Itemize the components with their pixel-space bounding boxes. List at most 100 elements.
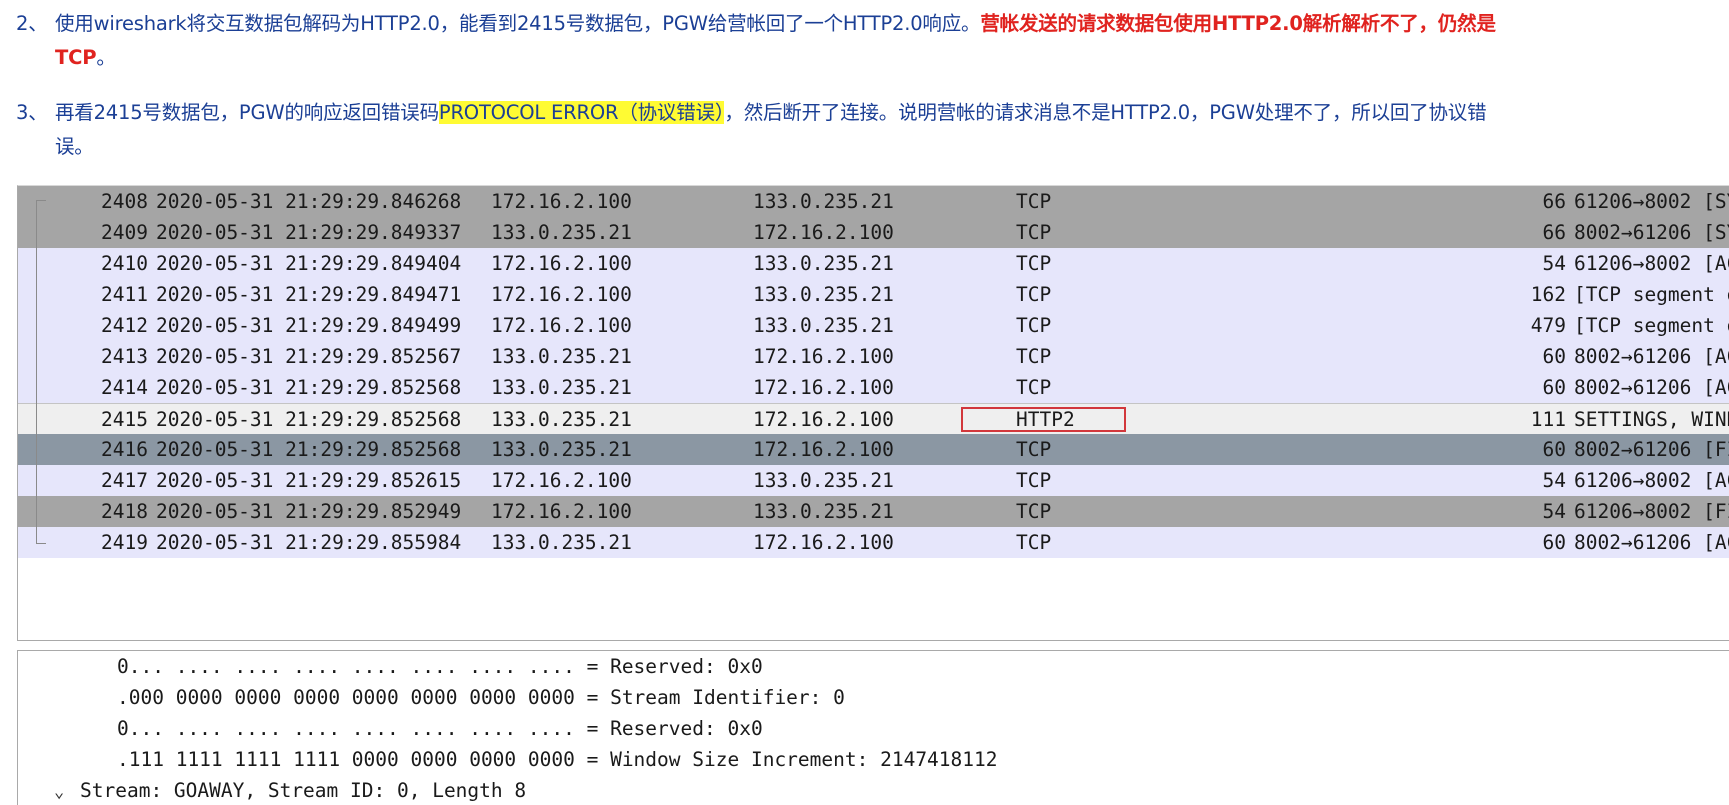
packet-number: 2411 bbox=[101, 283, 148, 306]
detail-stream-goaway[interactable]: ⌄ Stream: GOAWAY, Stream ID: 0, Length 8 bbox=[54, 775, 526, 805]
detail-stream-identifier[interactable]: .000 0000 0000 0000 0000 0000 0000 0000 … bbox=[117, 682, 845, 713]
packet-destination: 133.0.235.21 bbox=[753, 500, 894, 523]
detail-reserved-2[interactable]: 0... .... .... .... .... .... .... .... … bbox=[117, 713, 763, 744]
packet-destination: 133.0.235.21 bbox=[753, 252, 894, 275]
packet-info: [TCP segment o bbox=[1574, 283, 1729, 306]
http2-protocol-highlight-box bbox=[961, 407, 1126, 432]
packet-destination: 172.16.2.100 bbox=[753, 376, 894, 399]
detail-stream-goaway-label: Stream: GOAWAY, Stream ID: 0, Length 8 bbox=[80, 779, 527, 802]
step-2-period: 。 bbox=[96, 46, 116, 69]
packet-time: 2020-05-31 21:29:29.852568 bbox=[156, 408, 462, 431]
packet-protocol: TCP bbox=[1016, 221, 1052, 244]
packet-number: 2413 bbox=[101, 345, 148, 368]
packet-source: 133.0.235.21 bbox=[491, 408, 632, 431]
packet-length: 60 bbox=[1542, 531, 1566, 554]
packet-protocol: TCP bbox=[1016, 252, 1052, 275]
conversation-bracket-start bbox=[36, 200, 46, 201]
packet-info: SETTINGS, WIND bbox=[1574, 408, 1729, 431]
packet-info: 8002→61206 [AC bbox=[1574, 376, 1729, 399]
packet-destination: 172.16.2.100 bbox=[753, 221, 894, 244]
protocol-error-highlight: PROTOCOL ERROR（协议错误） bbox=[438, 101, 725, 124]
packet-number: 2415 bbox=[101, 408, 148, 431]
packet-source: 172.16.2.100 bbox=[491, 283, 632, 306]
packet-time: 2020-05-31 21:29:29.849499 bbox=[156, 314, 462, 337]
packet-list-pane[interactable]: 2408 2020-05-31 21:29:29.846268 172.16.2.1… bbox=[17, 185, 1729, 641]
detail-reserved-1[interactable]: 0... .... .... .... .... .... .... .... … bbox=[117, 651, 763, 682]
packet-source: 133.0.235.21 bbox=[491, 531, 632, 554]
packet-length: 66 bbox=[1542, 221, 1566, 244]
packet-length: 54 bbox=[1542, 252, 1566, 275]
packet-length: 60 bbox=[1542, 345, 1566, 368]
step-2-number: 2、 bbox=[16, 12, 48, 35]
packet-length: 479 bbox=[1530, 314, 1566, 337]
packet-row[interactable]: 2412 2020-05-31 21:29:29.849499 172.16.2.1… bbox=[18, 310, 1729, 341]
packet-row[interactable]: 2418 2020-05-31 21:29:29.852949 172.16.2.1… bbox=[18, 496, 1729, 527]
packet-length: 60 bbox=[1542, 376, 1566, 399]
packet-source: 133.0.235.21 bbox=[491, 376, 632, 399]
packet-time: 2020-05-31 21:29:29.849471 bbox=[156, 283, 462, 306]
packet-destination: 172.16.2.100 bbox=[753, 438, 894, 461]
step-2-red-text: 营帐发送的请求数据包使用HTTP2.0解析解析不了，仍然是 bbox=[980, 12, 1496, 35]
packet-time: 2020-05-31 21:29:29.852568 bbox=[156, 376, 462, 399]
packet-row[interactable]: 2415 2020-05-31 21:29:29.852568 133.0.235.… bbox=[18, 403, 1729, 436]
packet-length: 54 bbox=[1542, 500, 1566, 523]
packet-row[interactable]: 2411 2020-05-31 21:29:29.849471 172.16.2.1… bbox=[18, 279, 1729, 310]
step-3-text: 再看2415号数据包，PGW的响应返回错误码 bbox=[55, 101, 439, 124]
packet-destination: 133.0.235.21 bbox=[753, 469, 894, 492]
packet-details-pane[interactable]: 0... .... .... .... .... .... .... .... … bbox=[17, 650, 1729, 805]
packet-source: 133.0.235.21 bbox=[491, 221, 632, 244]
packet-protocol: TCP bbox=[1016, 469, 1052, 492]
packet-source: 172.16.2.100 bbox=[491, 469, 632, 492]
packet-number: 2418 bbox=[101, 500, 148, 523]
packet-source: 172.16.2.100 bbox=[491, 500, 632, 523]
packet-time: 2020-05-31 21:29:29.849404 bbox=[156, 252, 462, 275]
packet-source: 172.16.2.100 bbox=[491, 252, 632, 275]
packet-protocol: TCP bbox=[1016, 345, 1052, 368]
packet-protocol: TCP bbox=[1016, 500, 1052, 523]
packet-length: 111 bbox=[1530, 408, 1566, 431]
packet-source: 133.0.235.21 bbox=[491, 438, 632, 461]
packet-protocol: TCP bbox=[1016, 283, 1052, 306]
packet-info: 8002→61206 [SY bbox=[1574, 221, 1729, 244]
packet-protocol: TCP bbox=[1016, 438, 1052, 461]
packet-source: 172.16.2.100 bbox=[491, 190, 632, 213]
packet-row[interactable]: 2419 2020-05-31 21:29:29.855984 133.0.235.… bbox=[18, 527, 1729, 558]
packet-time: 2020-05-31 21:29:29.846268 bbox=[156, 190, 462, 213]
packet-row[interactable]: 2410 2020-05-31 21:29:29.849404 172.16.2.1… bbox=[18, 248, 1729, 279]
packet-destination: 172.16.2.100 bbox=[753, 408, 894, 431]
packet-info: 61206→8002 [SY bbox=[1574, 190, 1729, 213]
packet-number: 2419 bbox=[101, 531, 148, 554]
packet-row[interactable]: 2414 2020-05-31 21:29:29.852568 133.0.235.… bbox=[18, 372, 1729, 403]
packet-info: 8002→61206 [AC bbox=[1574, 345, 1729, 368]
step-2-paragraph: 2、 使用wireshark将交互数据包解码为HTTP2.0，能看到2415号数据… bbox=[16, 7, 1706, 75]
packet-number: 2416 bbox=[101, 438, 148, 461]
packet-row[interactable]: 2408 2020-05-31 21:29:29.846268 172.16.2.1… bbox=[18, 186, 1729, 217]
packet-time: 2020-05-31 21:29:29.852567 bbox=[156, 345, 462, 368]
packet-length: 66 bbox=[1542, 190, 1566, 213]
packet-time: 2020-05-31 21:29:29.855984 bbox=[156, 531, 462, 554]
packet-time: 2020-05-31 21:29:29.849337 bbox=[156, 221, 462, 244]
packet-destination: 133.0.235.21 bbox=[753, 314, 894, 337]
conversation-bracket-line bbox=[36, 200, 37, 544]
packet-time: 2020-05-31 21:29:29.852568 bbox=[156, 438, 462, 461]
packet-info: 8002→61206 [AC bbox=[1574, 531, 1729, 554]
step-3-text-2: ，然后断开了连接。说明营帐的请求消息不是HTTP2.0，PGW处理不了，所以回了… bbox=[724, 101, 1487, 124]
packet-time: 2020-05-31 21:29:29.852949 bbox=[156, 500, 462, 523]
packet-destination: 133.0.235.21 bbox=[753, 190, 894, 213]
packet-row[interactable]: 2416 2020-05-31 21:29:29.852568 133.0.235.… bbox=[18, 434, 1729, 465]
chevron-down-icon[interactable]: ⌄ bbox=[54, 777, 80, 805]
packet-row[interactable]: 2417 2020-05-31 21:29:29.852615 172.16.2.1… bbox=[18, 465, 1729, 496]
packet-length: 162 bbox=[1530, 283, 1566, 306]
packet-row[interactable]: 2413 2020-05-31 21:29:29.852567 133.0.235.… bbox=[18, 341, 1729, 372]
step-3-paragraph: 3、 再看2415号数据包，PGW的响应返回错误码PROTOCOL ERROR（协… bbox=[16, 96, 1706, 164]
packet-protocol: TCP bbox=[1016, 531, 1052, 554]
packet-info: 61206→8002 [AC bbox=[1574, 469, 1729, 492]
step-2-text: 使用wireshark将交互数据包解码为HTTP2.0，能看到2415号数据包，… bbox=[55, 12, 981, 35]
detail-window-size-increment[interactable]: .111 1111 1111 1111 0000 0000 0000 0000 … bbox=[117, 744, 998, 775]
packet-time: 2020-05-31 21:29:29.852615 bbox=[156, 469, 462, 492]
packet-row[interactable]: 2409 2020-05-31 21:29:29.849337 133.0.235.… bbox=[18, 217, 1729, 248]
step-3-number: 3、 bbox=[16, 101, 48, 124]
packet-number: 2414 bbox=[101, 376, 148, 399]
packet-number: 2410 bbox=[101, 252, 148, 275]
step-3-text-3: 误。 bbox=[55, 135, 94, 158]
